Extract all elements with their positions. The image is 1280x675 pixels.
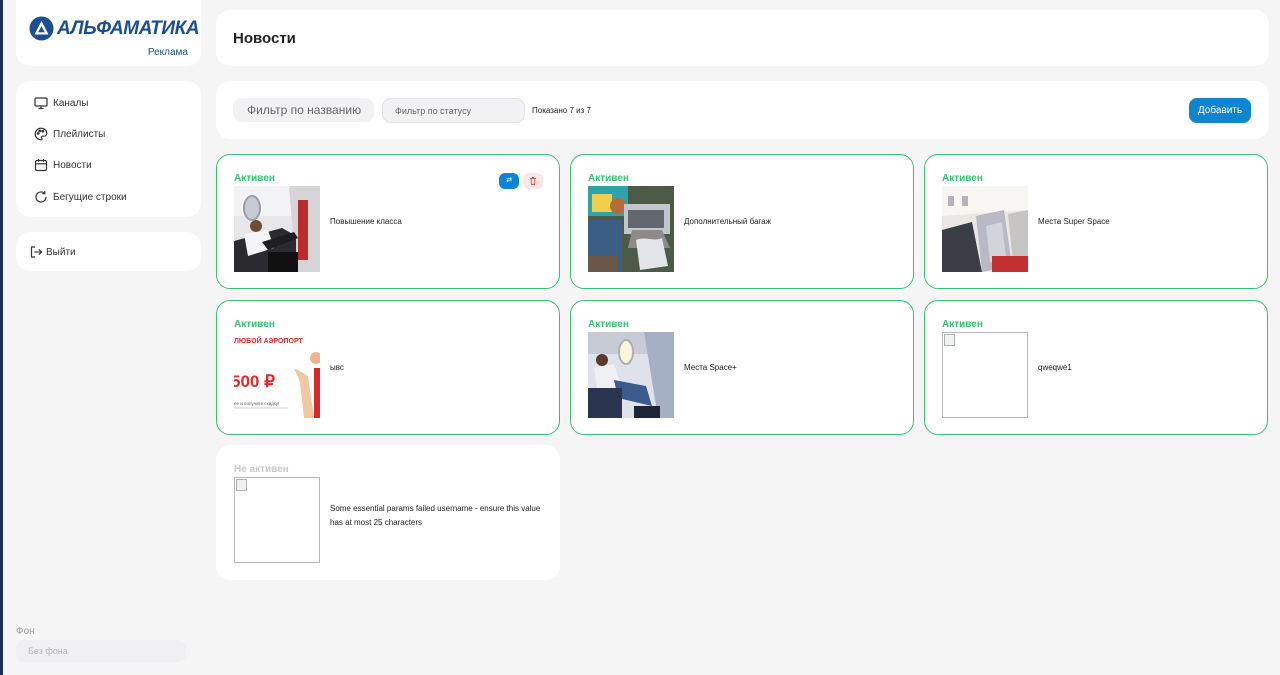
status-badge: Активен xyxy=(588,173,629,184)
broken-image-glyph xyxy=(944,334,955,346)
delete-button[interactable] xyxy=(523,173,543,189)
logo-card: АЛЬФАМАТИКА Реклама xyxy=(16,0,201,66)
page-title: Новости xyxy=(233,30,296,47)
sidebar-item-news[interactable]: Новости xyxy=(34,158,92,172)
sidebar-item-label: Плейлисты xyxy=(53,128,106,140)
laptop-luggage-photo xyxy=(588,186,674,272)
broken-image-icon xyxy=(942,332,1028,418)
page-header: Новости xyxy=(216,10,1269,66)
status-badge: Активен xyxy=(588,319,629,330)
banner-headline: ЛЮБОЙ АЭРОПОРТ xyxy=(234,336,304,345)
sidebar-nav: Каналы Плейлисты Новости Бегущие строки xyxy=(16,81,201,217)
swap-icon: ⇄ xyxy=(506,177,512,184)
plane-cabin-man-photo xyxy=(234,186,320,272)
status-badge: Активен xyxy=(234,319,275,330)
trash-icon xyxy=(530,177,536,185)
add-button[interactable]: Добавить xyxy=(1189,98,1251,123)
sidebar-item-label: Каналы xyxy=(53,97,89,109)
logout-label: Выйти xyxy=(46,246,76,258)
logo-text: АЛЬФАМАТИКА xyxy=(57,17,200,39)
business-seat-photo xyxy=(942,186,1028,272)
status-badge: Активен xyxy=(234,173,275,184)
background-select[interactable]: Без фона xyxy=(16,640,186,662)
logout-button[interactable]: Выйти xyxy=(29,245,76,259)
status-filter-select[interactable]: Фильтр по статусу xyxy=(382,98,525,123)
news-title: Some essential params failed username - … xyxy=(330,504,541,527)
sidebar-item-channels[interactable]: Каналы xyxy=(34,96,89,110)
logo-mark-icon xyxy=(29,16,54,41)
refresh-icon xyxy=(35,191,47,203)
sidebar-item-label: Бегущие строки xyxy=(53,191,127,203)
news-title: ывс xyxy=(330,363,344,372)
logo[interactable]: АЛЬФАМАТИКА xyxy=(29,16,200,41)
news-card[interactable]: Не активен Some essential params failed … xyxy=(216,445,560,580)
news-title: Дополнительный багаж xyxy=(684,217,771,226)
news-title: Места Super Space xyxy=(1038,217,1110,226)
news-card[interactable]: Активен ⇄ Повышение класса xyxy=(216,154,560,289)
sidebar-item-label: Новости xyxy=(53,159,92,171)
news-title: qweqwe1 xyxy=(1038,363,1072,372)
monitor-icon xyxy=(34,97,48,110)
logout-card: Выйти xyxy=(16,232,201,271)
sidebar-item-tickers[interactable]: Бегущие строки xyxy=(34,190,127,204)
broken-image-glyph xyxy=(236,479,247,491)
banner-caption: ее и получите скидку! xyxy=(234,401,279,406)
calendar-icon xyxy=(34,159,48,172)
sidebar-item-playlists[interactable]: Плейлисты xyxy=(34,127,105,141)
logo-subtitle: Реклама xyxy=(147,47,188,58)
news-card[interactable]: Активен qweqwe1 xyxy=(924,300,1268,435)
shown-count: Показано 7 из 7 xyxy=(532,106,591,115)
broken-image-icon xyxy=(234,477,320,563)
news-card[interactable]: Активен Места Space+ xyxy=(570,300,914,435)
status-badge: Активен xyxy=(942,319,983,330)
window-edge xyxy=(0,0,3,675)
airport-promo-banner: ЛЮБОЙ АЭРОПОРТ 500 ₽ ее и получите скидк… xyxy=(234,332,320,418)
news-title: Повышение класса xyxy=(330,217,402,226)
banner-price: 500 ₽ xyxy=(234,372,275,391)
background-label: Фон xyxy=(16,626,35,637)
filter-bar: Фильтр по названию Фильтр по статусу Пок… xyxy=(216,81,1269,139)
news-card[interactable]: Активен Дополнительный багаж xyxy=(570,154,914,289)
name-filter-input[interactable]: Фильтр по названию xyxy=(233,98,374,122)
news-card[interactable]: Активен ЛЮБОЙ АЭРОПОРТ 500 ₽ ее и получи… xyxy=(216,300,560,435)
logout-icon xyxy=(30,246,43,258)
status-badge: Активен xyxy=(942,173,983,184)
window-seat-woman-photo xyxy=(588,332,674,418)
palette-icon xyxy=(34,127,48,141)
status-badge: Не активен xyxy=(234,464,289,475)
edit-button[interactable]: ⇄ xyxy=(499,173,519,189)
news-title: Места Space+ xyxy=(684,363,737,372)
news-card[interactable]: Активен Места Super Space xyxy=(924,154,1268,289)
